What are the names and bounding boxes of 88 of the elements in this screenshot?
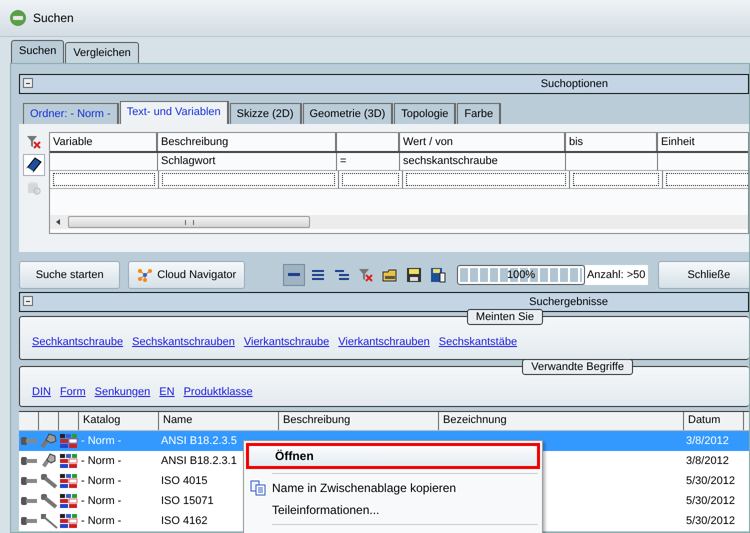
tab[interactable]: Geometrie (3D) (302, 103, 394, 124)
table-cell: ISO 4162 (161, 515, 208, 527)
tab[interactable]: Topologie (394, 103, 456, 124)
lines-one-icon[interactable] (283, 264, 306, 286)
collapse-icon[interactable] (23, 296, 33, 306)
copy-icon (250, 480, 266, 496)
input-field[interactable] (342, 173, 399, 186)
network-icon (137, 268, 154, 282)
input-field[interactable] (406, 173, 566, 186)
suggestion-link[interactable]: Sechskantstäbe (438, 336, 518, 348)
flags-icon (60, 433, 78, 449)
tab[interactable]: Vergleichen (65, 42, 139, 63)
suggestion-link[interactable]: Sechskantschrauben (132, 336, 235, 348)
app-icon (9, 9, 27, 27)
scroll-left-icon[interactable] (56, 219, 60, 225)
column-header[interactable]: Beschreibung (158, 133, 337, 151)
related-term-link[interactable]: Form (60, 386, 86, 398)
table-cell: ISO 4015 (161, 475, 208, 487)
column-header[interactable]: Bezeichnung (439, 412, 684, 430)
input-field[interactable] (53, 173, 155, 186)
bolt-icon (20, 455, 38, 467)
tab[interactable]: Text- und Variablen (120, 101, 229, 124)
related-term-link[interactable]: Senkungen (94, 386, 150, 398)
table-cell[interactable]: - Norm - (81, 455, 122, 467)
table-cell: 3/8/2012 (686, 435, 729, 447)
group-title: Verwandte Begriffe (522, 359, 633, 375)
table-cell[interactable]: - Norm - (81, 515, 122, 527)
section-title: Suchoptionen (540, 78, 608, 90)
related-term-link[interactable]: EN (159, 386, 175, 398)
cloud-navigator-button[interactable]: Cloud Navigator (128, 261, 246, 289)
input-field[interactable] (573, 173, 659, 186)
table-cell: Schlagwort (158, 153, 337, 171)
search-button[interactable]: Suche starten (19, 261, 120, 289)
tab[interactable]: Ordner: - Norm - (23, 103, 119, 124)
close-button[interactable]: Schließe (658, 261, 750, 289)
input-field[interactable] (162, 173, 335, 186)
table-cell[interactable]: - Norm - (81, 495, 122, 507)
scroll-thumb[interactable] (68, 216, 310, 228)
table-cell: = (337, 153, 400, 171)
screw-icon (40, 473, 58, 489)
suggestion-link[interactable]: Vierkantschrauben (338, 336, 430, 348)
flags-icon (60, 453, 78, 469)
bolt-icon (20, 475, 38, 487)
column-header[interactable]: Beschreibung (279, 412, 439, 430)
screw-icon (40, 493, 58, 509)
table-cell: ISO 15071 (161, 495, 214, 507)
related-term-link[interactable]: Produktklasse (184, 386, 253, 398)
horizontal-scrollbar[interactable] (50, 215, 748, 229)
table-cell: sechskantschraube (400, 153, 566, 171)
tab[interactable]: Farbe (457, 103, 502, 124)
bolt-icon (20, 435, 38, 447)
bolt-icon (20, 495, 38, 507)
column-header[interactable]: Variable (50, 133, 158, 151)
window-title: Suchen (33, 11, 74, 25)
progress-reading: 100% (507, 269, 536, 281)
table-cell: 5/30/2012 (686, 495, 735, 507)
related-term-link[interactable]: DIN (32, 386, 51, 398)
table-cell: 5/30/2012 (686, 475, 735, 487)
hex-bolt-icon (40, 433, 58, 449)
table-cell: 5/30/2012 (686, 515, 735, 527)
table-cell[interactable]: - Norm - (81, 475, 122, 487)
group-title: Meinten Sie (466, 309, 543, 325)
flags-icon (60, 473, 78, 489)
suggestion-link[interactable]: Vierkantschraube (244, 336, 330, 348)
menu-item[interactable]: Öffnen (246, 443, 540, 469)
menu-item[interactable]: Name in Zwischenablage kopieren (246, 477, 540, 499)
column-header[interactable]: bis (566, 133, 658, 151)
menu-item[interactable]: Teileinformationen... (246, 499, 540, 521)
column-header[interactable]: Katalog (79, 412, 159, 430)
column-header[interactable]: Datum (684, 412, 744, 430)
tab[interactable]: Suchen (11, 40, 64, 63)
table-cell: ANSI B18.2.3.1 (161, 455, 237, 467)
column-header[interactable]: Name (159, 412, 279, 430)
book-icon[interactable] (23, 154, 45, 176)
section-title: Suchergebnisse (529, 296, 608, 308)
table-cell: ANSI B18.2.3.5 (161, 435, 237, 447)
collapse-icon[interactable] (23, 78, 33, 88)
suggestion-link[interactable]: Sechkantschraube (32, 336, 124, 348)
bolt-icon (20, 515, 38, 527)
tab[interactable]: Skizze (2D) (230, 103, 302, 124)
flags-icon (60, 493, 78, 509)
table-cell: 3/8/2012 (686, 455, 729, 467)
column-header[interactable]: Wert / von (400, 133, 566, 151)
column-header[interactable]: Einheit (658, 133, 748, 151)
hex-bolt-icon (40, 453, 58, 469)
input-field[interactable] (666, 173, 748, 186)
screw-icon (40, 513, 58, 529)
result-count: Anzahl: >50 (584, 265, 648, 285)
